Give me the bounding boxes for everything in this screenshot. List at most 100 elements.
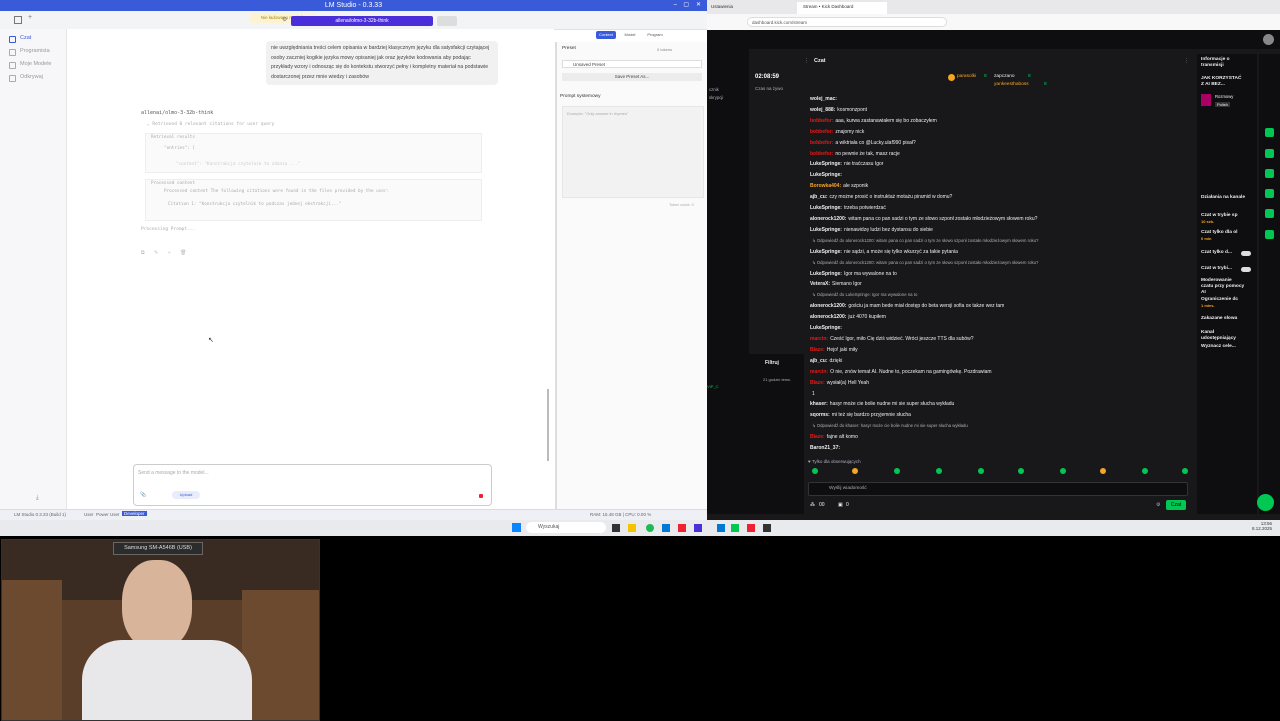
action-item[interactable]: Wyznacz cele... (1201, 344, 1245, 350)
chat-message[interactable]: marcin: Cześć Igor, miło Cię dziś widzieć… (810, 336, 974, 342)
action-item[interactable]: Czat tylko dla ol 0 min (1201, 230, 1245, 243)
sidebar-item-my-models[interactable]: Moje Modele (0, 58, 66, 71)
preset-select[interactable]: Unsaved Preset (562, 60, 702, 68)
chat-message[interactable]: ajb_cu: czy możne prosić o instruktaż mot… (810, 194, 952, 200)
browser-tab-active[interactable]: Stream • Kick Dashboard (797, 2, 887, 14)
upload-button[interactable]: Upload (172, 491, 200, 499)
chat-username[interactable]: LukeSpringe: (810, 325, 842, 331)
close-icon[interactable]: ✕ (696, 0, 701, 11)
new-chat-icon[interactable]: + (28, 14, 32, 21)
chat-message[interactable]: alonerock1200: gościu ja mam bede miał do… (810, 303, 1004, 309)
chat-username[interactable]: alonerock1200: (810, 216, 846, 222)
chat-message[interactable]: LukeSpringe: trzeba potwierdzać (810, 205, 886, 211)
address-bar[interactable]: dashboard.kick.com/stream (747, 17, 947, 27)
action-item[interactable]: Zakazane słowa (1201, 316, 1245, 322)
gear-icon[interactable]: ⚙ (1156, 502, 1160, 508)
chat-username[interactable]: Blaze: (810, 380, 825, 386)
chat-username[interactable]: LukeSpringe: (810, 205, 842, 211)
chat-username[interactable]: ajb_cu: (810, 358, 828, 364)
stop-icon[interactable] (479, 494, 483, 498)
app-icon[interactable] (731, 524, 739, 532)
edit-icon[interactable]: ✎ (154, 250, 158, 256)
action-item[interactable]: Czat w trybi... (1201, 266, 1245, 272)
chat-message[interactable]: bobbefor: znajomy nick (810, 129, 864, 135)
taskbar-search[interactable]: Wyszukaj (526, 522, 606, 533)
maximize-icon[interactable]: ▢ (683, 0, 689, 11)
app-icon[interactable] (694, 524, 702, 532)
chat-username[interactable]: sqorms: (810, 412, 830, 418)
emote-icon[interactable] (812, 468, 818, 474)
shield-icon[interactable] (1265, 128, 1274, 137)
chat-message[interactable]: alonerock1200: witam pana co pan sadzi o … (810, 216, 1037, 222)
toggle-switch[interactable] (1241, 267, 1251, 272)
power-user-mode[interactable]: Power User (96, 512, 120, 517)
program-button[interactable]: Program (644, 31, 666, 39)
chat-username[interactable]: marcin: (810, 369, 828, 375)
chat-message[interactable]: LukeSpringe: (810, 325, 844, 331)
chat-message[interactable]: marcin: O nie, znów temat AI. Nudne to, p… (810, 369, 992, 375)
chat-username[interactable]: alonerock1200: (810, 314, 846, 320)
chat-settings-icon[interactable]: ⋮ (804, 58, 809, 64)
chat-message[interactable]: Borowka404: ale szponik (810, 183, 868, 189)
action-item[interactable]: Czat w trybie sp 10 sek. (1201, 213, 1245, 226)
branch-icon[interactable]: ⑂ (168, 250, 171, 256)
eject-button[interactable] (437, 16, 457, 26)
chat-icon[interactable] (1265, 169, 1274, 178)
developer-mode[interactable]: Developer (122, 511, 147, 516)
app-icon[interactable] (717, 524, 725, 532)
chat-input[interactable]: Wyślij wiadomość (808, 482, 1188, 496)
chat-username[interactable]: Blaze: (810, 347, 825, 353)
attach-icon[interactable]: 📎 (140, 492, 146, 498)
emote-icon[interactable] (1182, 468, 1188, 474)
model-button[interactable]: Model (621, 31, 639, 39)
chat-username[interactable]: Blaze: (810, 434, 825, 440)
chat-message[interactable]: sqorms: mi też się bardzo przyjemnie słuc… (810, 412, 911, 418)
start-icon[interactable] (512, 523, 521, 532)
explorer-icon[interactable] (628, 524, 636, 532)
chat-username[interactable]: wolej_mac: (810, 96, 837, 102)
emote-icon[interactable] (1142, 468, 1148, 474)
chat-reply-context[interactable]: ↳ Odpowiedź do alonerock1200: witam pana… (810, 260, 1038, 266)
chat-message[interactable]: Blaze: wysłał(a) Hell Yeah (810, 380, 869, 386)
model-selector[interactable]: allenai/olmo-3-32b-think (291, 16, 433, 26)
chat-username[interactable]: LukeSpringe: (810, 227, 842, 233)
system-prompt-input[interactable]: Example: "Only answer in rhymes" (562, 106, 704, 198)
chat-message[interactable]: khaser: hasyr może cie bolie nudne mi sie… (810, 401, 954, 407)
chat-message[interactable]: bobbefor: a wiktriała co @Lucky.ulaf990 p… (810, 140, 916, 146)
chat-username[interactable]: alonerock1200: (810, 303, 846, 309)
chat-message[interactable]: wolej_888: kosmonzpont (810, 107, 867, 113)
chat-message[interactable]: LukeSpringe: nie traćczasu Igor (810, 161, 883, 167)
app-icon[interactable] (747, 524, 755, 532)
download-icon[interactable]: ⤓ (36, 495, 39, 502)
chat-username[interactable]: VeteraX: (810, 281, 830, 287)
chat-username[interactable]: LukeSpringe: (810, 161, 842, 167)
emote-icon[interactable] (894, 468, 900, 474)
context-button[interactable]: Context (596, 31, 616, 39)
app-icon[interactable] (678, 524, 686, 532)
save-preset-button[interactable]: Save Preset As... (562, 73, 702, 81)
send-chat-button[interactable]: Czat (1166, 500, 1186, 510)
chat-username[interactable]: ajb_cu: (810, 194, 828, 200)
chat-message[interactable]: LukeSpringe: Igor ma wywalone na to (810, 271, 897, 277)
action-item[interactable]: Kanał udostępniający (1201, 330, 1245, 342)
browser-tab[interactable]: Ustawienia (711, 2, 791, 12)
chat-message[interactable]: alonerock1200: już 4070 kupiłem (810, 314, 886, 320)
chat-username[interactable]: bobbefor: (810, 129, 833, 135)
chat-username[interactable]: bobbefor: (810, 118, 833, 124)
chat-username[interactable]: Baron21_37: (810, 445, 840, 451)
chat-message[interactable]: VeteraX: Siemano Igor (810, 281, 862, 287)
action-item[interactable]: Moderowanie czatu przy pomocy AI (1201, 278, 1245, 296)
chat-message[interactable]: bobbefor: aaa, kurwa zastanawiałem się bo… (810, 118, 937, 124)
action-item[interactable]: Ograniczenie dc 1 mies. (1201, 297, 1245, 310)
clock[interactable]: 13:56 8.12.2025 (1252, 521, 1272, 531)
minimize-icon[interactable]: – (674, 0, 677, 11)
chat-message[interactable]: wolej_mac: (810, 96, 839, 102)
emote-icon[interactable] (852, 468, 858, 474)
settings-icon[interactable]: ⚙ (282, 16, 287, 23)
emote-icon[interactable] (978, 468, 984, 474)
sidebar-item-developer[interactable]: Programista (0, 45, 66, 58)
chat-username[interactable]: khaser: (810, 401, 828, 407)
chat-reply-context[interactable]: ↳ Odpowiedź do khaser: hasyr może cie bo… (810, 423, 968, 429)
floating-action-button[interactable] (1257, 494, 1274, 511)
timer-icon[interactable] (1265, 209, 1274, 218)
